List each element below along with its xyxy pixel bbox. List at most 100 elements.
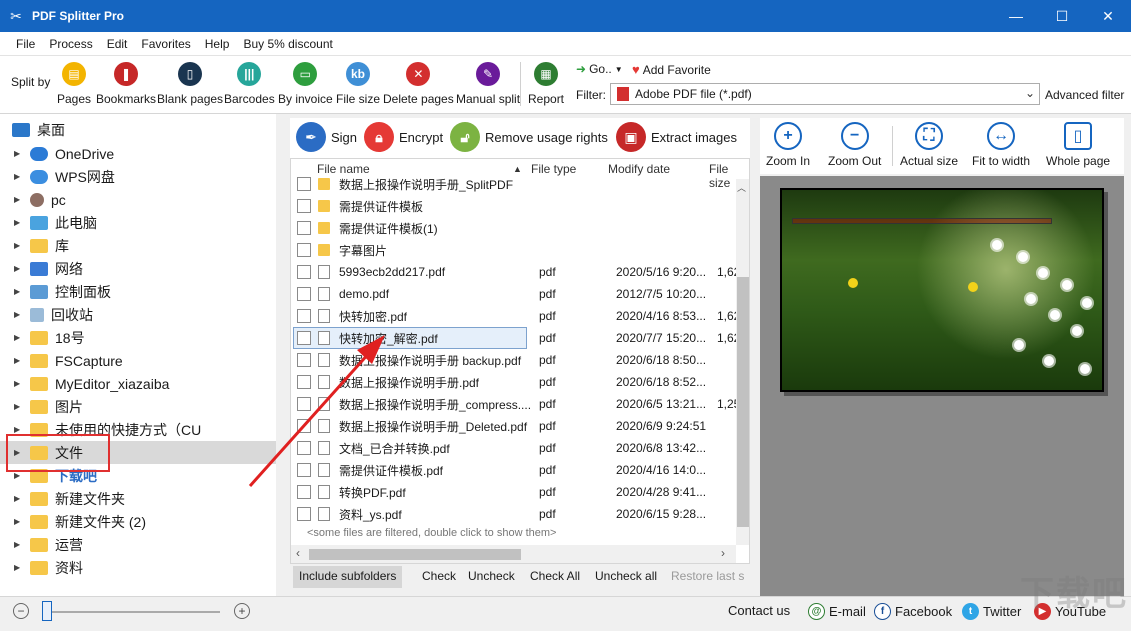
file-checkbox[interactable]	[297, 375, 311, 389]
file-checkbox[interactable]	[297, 177, 311, 191]
contact-us-link[interactable]: Contact us	[728, 603, 790, 618]
tree-item[interactable]: ▶ MyEditor_xiazaiba	[0, 372, 276, 395]
check-button[interactable]: Check	[422, 569, 456, 583]
file-row[interactable]: 转换PDF.pdf pdf 2020/4/28 9:41...	[291, 481, 736, 503]
menu-buy-discount[interactable]: Buy 5% discount	[236, 32, 339, 56]
file-row[interactable]: 字幕图片	[291, 239, 736, 261]
tree-item[interactable]: ▶ 此电脑	[0, 211, 276, 234]
tree-item[interactable]: ▶ 新建文件夹	[0, 487, 276, 510]
file-row[interactable]: 快转加密_解密.pdf pdf 2020/7/7 15:20... 1,62	[291, 327, 740, 349]
split-blank-pages-button[interactable]: ▯ Blank pages	[157, 62, 223, 108]
tree-item[interactable]: ▶ 网络	[0, 257, 276, 280]
restore-last-button[interactable]: Restore last s	[671, 569, 744, 583]
file-row[interactable]: 需提供证件模板(1)	[291, 217, 736, 239]
whole-page-button[interactable]: ▯ Whole page	[1046, 122, 1110, 168]
file-checkbox[interactable]	[297, 199, 311, 213]
tree-item[interactable]: ▶ FSCapture	[0, 349, 276, 372]
file-row[interactable]: 资料_ys.pdf pdf 2020/6/15 9:28...	[291, 503, 736, 525]
file-checkbox[interactable]	[297, 441, 311, 455]
file-checkbox[interactable]	[297, 507, 311, 521]
file-row[interactable]: 文档_已合并转换.pdf pdf 2020/6/8 13:42...	[291, 437, 736, 459]
minimize-button[interactable]: —	[993, 0, 1039, 32]
scroll-right-icon[interactable]: ›	[721, 546, 725, 560]
file-row[interactable]: 数据上报操作说明手册 backup.pdf pdf 2020/6/18 8:50..…	[291, 349, 736, 371]
file-checkbox[interactable]	[297, 287, 311, 301]
file-checkbox[interactable]	[297, 463, 311, 477]
facebook-link[interactable]: f Facebook	[874, 603, 952, 620]
add-favorite-button[interactable]: ♥ Add Favorite	[632, 62, 711, 77]
advanced-filter-link[interactable]: Advanced filter	[1045, 88, 1124, 102]
preview-area[interactable]	[760, 176, 1124, 596]
menu-help[interactable]: Help	[198, 32, 237, 56]
report-button[interactable]: ▦ Report	[528, 62, 564, 108]
scrollbar-thumb[interactable]	[737, 277, 749, 527]
menu-edit[interactable]: Edit	[100, 32, 135, 56]
filter-dropdown[interactable]: Adobe PDF file (*.pdf) ⌄	[610, 83, 1040, 105]
tree-item[interactable]: ▶ 新建文件夹 (2)	[0, 510, 276, 533]
file-checkbox[interactable]	[297, 243, 311, 257]
tree-item[interactable]: ▶ pc	[0, 188, 276, 211]
split-file-size-button[interactable]: kb File size	[336, 62, 380, 108]
tree-item[interactable]: ▶ 18号	[0, 326, 276, 349]
split-pages-button[interactable]: ▤ Pages	[57, 62, 91, 108]
encrypt-button[interactable]: 🔒︎ Encrypt	[364, 122, 443, 152]
delete-pages-button[interactable]: ✕ Delete pages	[383, 62, 454, 108]
file-checkbox[interactable]	[297, 419, 311, 433]
actual-size-button[interactable]: ⛶ Actual size	[900, 122, 958, 168]
fit-to-width-button[interactable]: ↔ Fit to width	[972, 122, 1030, 168]
vertical-scrollbar[interactable]: ︿	[736, 179, 749, 545]
file-row[interactable]: 数据上报操作说明手册_compress.... pdf 2020/6/5 13:21…	[291, 393, 740, 415]
menu-process[interactable]: Process	[42, 32, 99, 56]
file-row[interactable]: 数据上报操作说明手册_Deleted.pdf pdf 2020/6/9 9:24:5…	[291, 415, 736, 437]
tree-item[interactable]: ▶ 图片	[0, 395, 276, 418]
file-row[interactable]: 需提供证件模板	[291, 195, 736, 217]
horizontal-scrollbar[interactable]: ‹ ›	[291, 545, 736, 563]
filtered-files-notice[interactable]: <some files are filtered, double click t…	[307, 527, 556, 539]
extract-images-button[interactable]: ▣ Extract images	[616, 122, 737, 152]
menu-file[interactable]: File	[9, 32, 42, 56]
split-by-invoice-button[interactable]: ▭ By invoice	[278, 62, 333, 108]
file-row[interactable]: 快转加密.pdf pdf 2020/4/16 8:53... 1,62	[291, 305, 740, 327]
include-subfolders-toggle[interactable]: Include subfolders	[293, 566, 403, 588]
tree-item[interactable]: ▶ 库	[0, 234, 276, 257]
manual-split-button[interactable]: ✎ Manual split	[456, 62, 520, 108]
split-barcodes-button[interactable]: ||| Barcodes	[224, 62, 275, 108]
tree-item[interactable]: ▶ WPS网盘	[0, 165, 276, 188]
scrollbar-thumb[interactable]	[309, 549, 521, 560]
tree-item[interactable]: ▶ OneDrive	[0, 142, 276, 165]
file-row[interactable]: 需提供证件模板.pdf pdf 2020/4/16 14:0...	[291, 459, 736, 481]
remove-usage-rights-button[interactable]: 🔓︎ Remove usage rights	[450, 122, 608, 152]
maximize-button[interactable]: ☐	[1039, 0, 1085, 32]
tree-item[interactable]: ▶ 资料	[0, 556, 276, 579]
scroll-left-icon[interactable]: ‹	[296, 546, 300, 560]
email-link[interactable]: @ E-mail	[808, 603, 866, 620]
zoom-in-button[interactable]: + Zoom In	[766, 122, 810, 168]
tree-item-desktop[interactable]: 桌面	[0, 118, 276, 141]
tree-item[interactable]: ▶ 运营	[0, 533, 276, 556]
file-row[interactable]: 5993ecb2dd217.pdf pdf 2020/5/16 9:20... 1,6…	[291, 261, 740, 283]
menu-favorites[interactable]: Favorites	[134, 32, 197, 56]
tree-item[interactable]: ▶ 回收站	[0, 303, 276, 326]
file-row[interactable]: 数据上报操作说明手册.pdf pdf 2020/6/18 8:52...	[291, 371, 736, 393]
zoom-out-button[interactable]: − Zoom Out	[828, 122, 881, 168]
file-checkbox[interactable]	[297, 397, 311, 411]
uncheck-button[interactable]: Uncheck	[468, 569, 515, 583]
split-bookmarks-button[interactable]: ❚ Bookmarks	[96, 62, 156, 108]
zoom-slider-thumb[interactable]	[42, 601, 52, 621]
file-row[interactable]: demo.pdf pdf 2012/7/5 10:20...	[291, 283, 736, 305]
close-button[interactable]: ✕	[1085, 0, 1131, 32]
tree-item[interactable]: ▶ 控制面板	[0, 280, 276, 303]
file-row[interactable]: 数据上报操作说明手册_SplitPDF	[291, 173, 736, 195]
twitter-link[interactable]: t Twitter	[962, 603, 1021, 620]
file-checkbox[interactable]	[297, 331, 311, 345]
uncheck-all-button[interactable]: Uncheck all	[595, 569, 657, 583]
check-all-button[interactable]: Check All	[530, 569, 580, 583]
file-checkbox[interactable]	[297, 265, 311, 279]
zoom-minus-icon[interactable]: −	[13, 603, 29, 619]
file-checkbox[interactable]	[297, 353, 311, 367]
file-checkbox[interactable]	[297, 485, 311, 499]
sign-button[interactable]: ✒ Sign	[296, 122, 357, 152]
goto-button[interactable]: ➜ Go.. ▼	[576, 62, 623, 76]
zoom-plus-icon[interactable]: +	[234, 603, 250, 619]
zoom-slider[interactable]	[44, 611, 220, 613]
